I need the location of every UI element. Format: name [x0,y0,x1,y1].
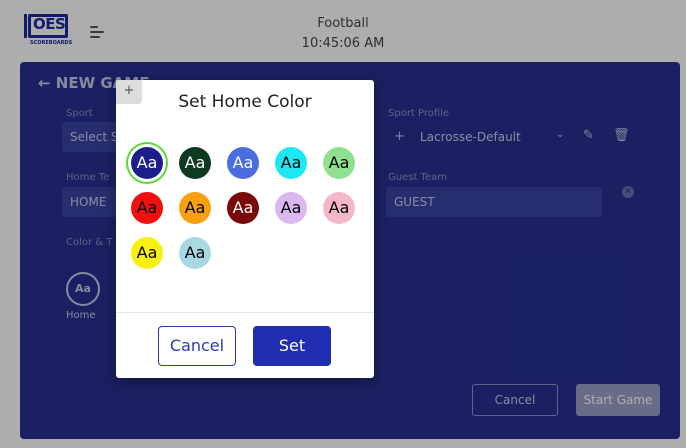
color-swatch[interactable]: Aa [275,192,307,224]
color-swatch[interactable]: Aa [179,147,211,179]
dialog-title: Set Home Color [178,92,312,112]
color-swatch[interactable]: Aa [227,147,259,179]
color-swatch[interactable]: Aa [131,147,163,179]
set-home-color-dialog: + Set Home Color Aa Aa Aa Aa Aa Aa Aa Aa Aa Aa Aa A… [116,80,374,378]
color-swatch[interactable]: Aa [131,237,163,269]
color-swatch[interactable]: Aa [179,237,211,269]
color-swatch[interactable]: Aa [131,192,163,224]
color-swatch[interactable]: Aa [323,147,355,179]
dialog-divider [116,312,374,313]
color-swatch[interactable]: Aa [227,192,259,224]
color-swatch[interactable]: Aa [275,147,307,179]
dialog-cancel-button[interactable]: Cancel [158,326,236,366]
dialog-set-button[interactable]: Set [253,326,331,366]
color-swatch[interactable]: Aa [323,192,355,224]
color-swatch[interactable]: Aa [179,192,211,224]
